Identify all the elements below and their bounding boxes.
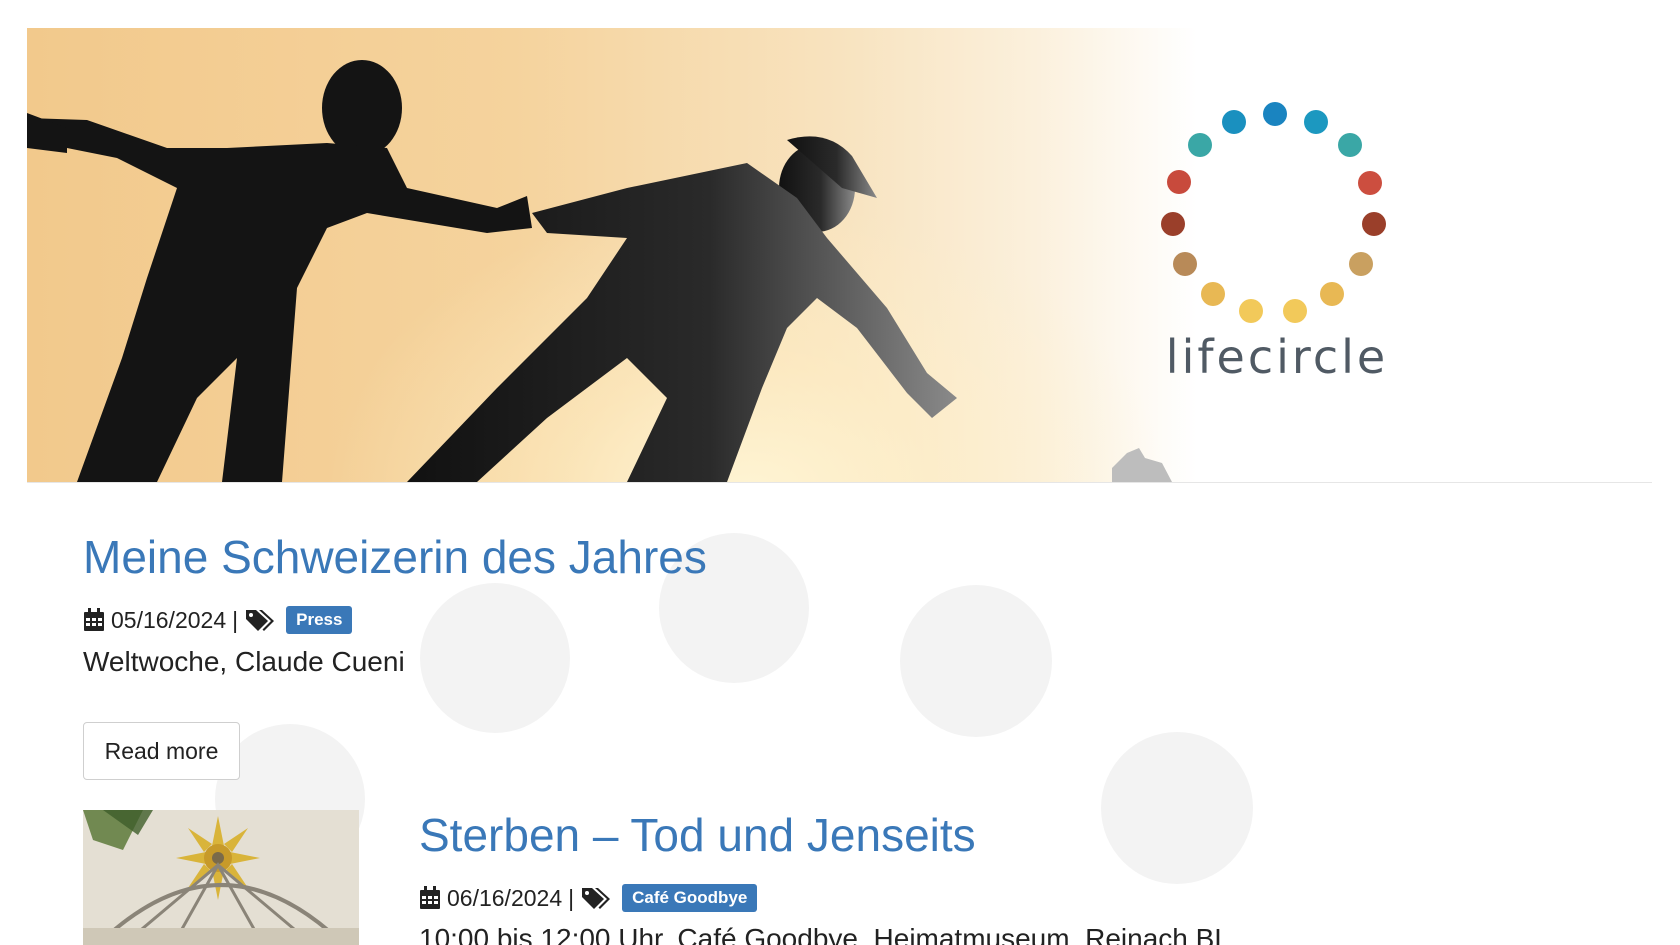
header-banner: lifecircle — [27, 28, 1652, 483]
post-meta: 05/16/2024 | Press — [83, 606, 353, 634]
post-subtitle: 10:00 bis 12:00 Uhr, Café Goodbye, Heima… — [419, 923, 1230, 945]
category-badge[interactable]: Press — [286, 606, 353, 634]
logo-wordmark: lifecircle — [1165, 330, 1389, 384]
post-title-link[interactable]: Sterben – Tod und Jenseits — [419, 808, 976, 862]
sundial-image — [83, 810, 359, 945]
meta-separator: | — [568, 884, 575, 911]
calendar-icon — [419, 886, 441, 910]
category-badge[interactable]: Café Goodbye — [622, 884, 758, 912]
post-thumbnail-sundial[interactable] — [83, 810, 359, 945]
post-subtitle: Weltwoche, Claude Cueni — [83, 646, 405, 677]
post-meta: 06/16/2024 | Café Goodbye — [419, 884, 758, 912]
read-more-button[interactable]: Read more — [83, 722, 240, 780]
post-title-link[interactable]: Meine Schweizerin des Jahres — [83, 530, 707, 584]
meta-separator: | — [232, 606, 239, 633]
post-date: 06/16/2024 — [447, 884, 563, 911]
decorative-circle — [1101, 732, 1253, 884]
decorative-circle — [900, 585, 1052, 737]
decorative-circle — [420, 583, 570, 733]
post-date: 05/16/2024 — [111, 606, 227, 633]
page: lifecircle Meine Schweizerin des Jahres … — [0, 0, 1680, 945]
tags-icon — [244, 608, 276, 632]
lifecircle-logo[interactable]: lifecircle — [1132, 68, 1422, 398]
tags-icon — [580, 886, 612, 910]
calendar-icon — [83, 608, 105, 632]
logo-dot-circle — [1161, 102, 1386, 323]
